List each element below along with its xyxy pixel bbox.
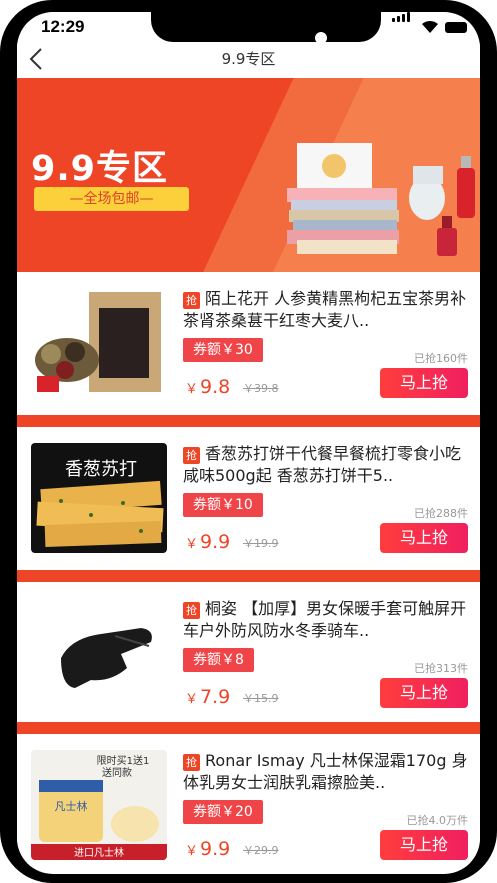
thumb-promo-2: 送同款	[102, 766, 132, 779]
grab-now-button[interactable]: 马上抢	[380, 678, 468, 708]
notch	[151, 12, 381, 42]
wifi-icon	[422, 20, 438, 33]
banner-title: 9.9专区	[31, 149, 169, 189]
original-price: ￥15.9	[243, 692, 279, 705]
status-time: 12:29	[41, 17, 85, 36]
banner-products-image	[287, 143, 475, 256]
coupon-badge[interactable]: 券额￥30	[183, 338, 263, 362]
sold-count: 已抢288件	[414, 507, 468, 520]
page-title: 9.9专区	[221, 50, 276, 68]
grab-now-button[interactable]: 马上抢	[380, 368, 468, 398]
product-title[interactable]: 陌上花开 人参黄精黑枸杞五宝茶男补茶肾茶桑葚干红枣大麦八..	[183, 288, 473, 332]
original-price: ￥19.9	[243, 537, 279, 550]
screen: 12:29 9.9专区 9.9专区 —全场包邮— 抢 陌上花开 人参黄精黑枸杞五…	[17, 12, 480, 874]
product-title[interactable]: 桐姿 【加厚】男女保暖手套可触屏开车户外防风防水冬季骑车..	[183, 598, 473, 642]
nav-bar: 9.9专区	[17, 42, 480, 78]
product-image[interactable]: 限时买1送1 送同款 凡士林 进口凡士林	[31, 750, 167, 860]
product-image[interactable]	[31, 288, 167, 398]
product-card[interactable]: 香葱苏打 抢 香葱苏打饼干代餐早餐梳打零食小吃咸味500g起 香葱苏打饼干5..…	[17, 427, 480, 563]
divider	[17, 570, 480, 582]
price: ￥ 7.9	[185, 686, 231, 708]
price: ￥ 9.8	[185, 376, 231, 398]
thumb-caption: 进口凡士林	[74, 846, 124, 859]
coupon-badge[interactable]: 券额￥20	[183, 800, 263, 824]
sold-count: 已抢4.0万件	[406, 814, 469, 827]
coupon-badge[interactable]: 券额￥8	[183, 648, 254, 672]
thumb-promo-1: 限时买1送1	[97, 754, 150, 767]
coupon-badge[interactable]: 券额￥10	[183, 493, 263, 517]
sold-count: 已抢160件	[414, 352, 468, 365]
thumb-brand-text: 香葱苏打	[65, 459, 137, 480]
free-shipping-badge: —全场包邮—	[34, 187, 189, 211]
product-image[interactable]	[31, 598, 167, 708]
original-price: ￥39.8	[243, 382, 279, 395]
product-image[interactable]: 香葱苏打	[31, 443, 167, 553]
product-card[interactable]: 限时买1送1 送同款 凡士林 进口凡士林 抢 Ronar Ismay 凡士林保湿…	[17, 734, 480, 870]
product-card[interactable]: 抢 桐姿 【加厚】男女保暖手套可触屏开车户外防风防水冬季骑车.. 券额￥8 已抢…	[17, 582, 480, 718]
grab-now-button[interactable]: 马上抢	[380, 830, 468, 860]
price: ￥ 9.9	[185, 838, 231, 860]
product-card[interactable]: 抢 陌上花开 人参黄精黑枸杞五宝茶男补茶肾茶桑葚干红枣大麦八.. 券额￥30 已…	[17, 272, 480, 408]
original-price: ￥29.9	[243, 844, 279, 857]
promo-banner: 9.9专区 —全场包邮—	[17, 78, 480, 272]
product-title[interactable]: Ronar Ismay 凡士林保湿霜170g 身体乳男女士润肤乳霜擦脸美..	[183, 750, 473, 794]
divider	[17, 415, 480, 427]
product-title[interactable]: 香葱苏打饼干代餐早餐梳打零食小吃咸味500g起 香葱苏打饼干5..	[183, 443, 473, 487]
camera-dot	[315, 32, 327, 44]
phone-frame: 12:29 9.9专区 9.9专区 —全场包邮— 抢 陌上花开 人参黄精黑枸杞五…	[0, 0, 497, 883]
price: ￥ 9.9	[185, 531, 231, 553]
grab-now-button[interactable]: 马上抢	[380, 523, 468, 553]
thumb-jar-label: 凡士林	[55, 799, 88, 813]
sold-count: 已抢313件	[414, 662, 468, 675]
divider	[17, 722, 480, 734]
battery-icon	[445, 22, 467, 33]
